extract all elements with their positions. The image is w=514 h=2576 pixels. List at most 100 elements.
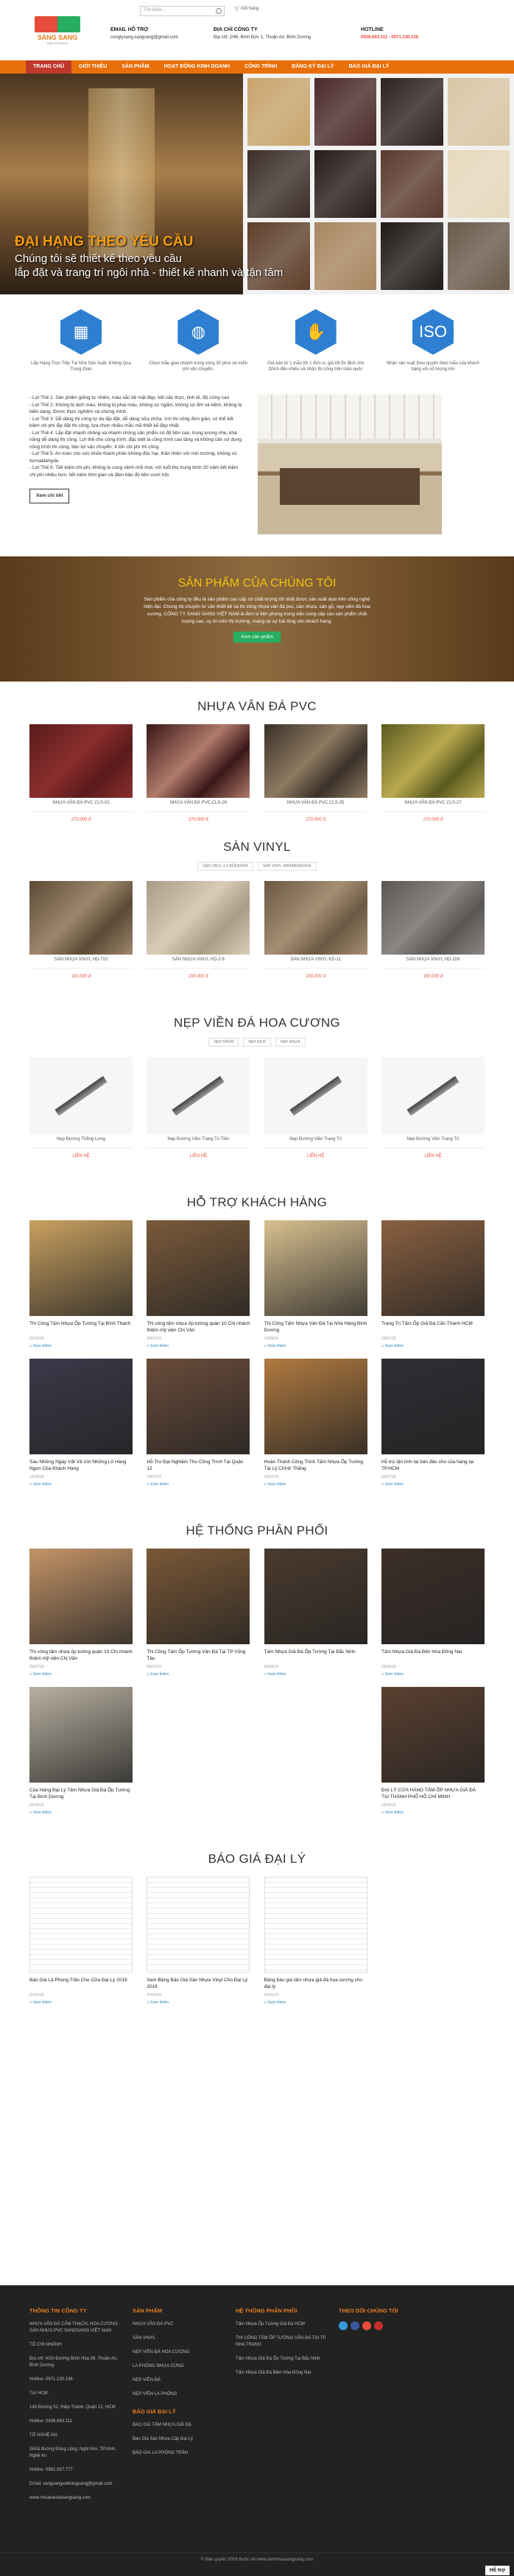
filter-chip[interactable]: NẸP NHÔM — [208, 1038, 239, 1047]
post-image[interactable] — [264, 1877, 367, 1972]
product-name[interactable]: Nẹp Đường Viền Trang Trí Tiền — [147, 1137, 250, 1142]
read-more-link[interactable]: » Xem thêm — [29, 1344, 133, 1348]
product-image[interactable] — [264, 1057, 367, 1134]
post-title[interactable]: Của Hàng Đại Lý Tấm Nhựa Giả Đá Ốp Tường… — [29, 1787, 133, 1800]
post-image[interactable] — [264, 1359, 367, 1454]
product-card[interactable]: SÀN NHỰA VINYL HD-3 6 150.000 đ — [147, 881, 250, 979]
post-image[interactable] — [147, 1359, 250, 1454]
read-more-link[interactable]: » Xem thêm — [381, 1811, 485, 1815]
read-more-link[interactable]: » Xem thêm — [381, 1482, 485, 1487]
post-card[interactable]: Bảng báo giá tấm nhựa giả đá hoa cương c… — [264, 1877, 367, 2005]
post-card[interactable]: Của Hàng Đại Lý Tấm Nhựa Giả Đá Ốp Tường… — [29, 1687, 133, 1815]
facebook-icon[interactable] — [351, 2321, 359, 2330]
post-card[interactable]: Hỗ trợ tận tình tại bán đảo cho của hàng… — [381, 1359, 485, 1487]
footer-link[interactable]: NẸP VIỀN LA PHÔNG — [133, 2391, 224, 2398]
post-title[interactable]: Thi Công Tấm Nhựa Vân Đá Tại Nhà Hàng Bì… — [264, 1320, 367, 1334]
post-card[interactable]: Sau Những Ngày Vất Vả Với Những Lô Hàng … — [29, 1359, 133, 1487]
nav-item[interactable]: SẢN PHẨM — [114, 60, 156, 74]
product-card[interactable]: NHỰA VÂN ĐÁ PVC CLS-26 270.000 đ — [147, 724, 250, 822]
product-card[interactable]: Nẹp Đường Thẳng Lưng LIÊN HỆ — [29, 1057, 133, 1158]
product-image[interactable] — [381, 724, 485, 798]
product-name[interactable]: NHỰA VÂN ĐÁ PVC CLS-25 — [264, 801, 367, 805]
footer-link[interactable]: Tấm Nhựa Giả Đá Biên Hòa Đồng Nai — [236, 2370, 327, 2377]
read-more-link[interactable]: » Xem thêm — [29, 2000, 133, 2005]
footer-link[interactable]: Tấm Nhựa Ốp Tường Giả Đá HCM — [236, 2321, 327, 2328]
chat-support-button[interactable]: Hỗ trợ — [485, 2566, 510, 2575]
nav-item[interactable]: HOẠT ĐỘNG KINH DOANH — [157, 60, 237, 74]
post-title[interactable]: Trang Trí Tấm Ốp Giả Đá Căn Thanh HCM — [381, 1320, 485, 1334]
post-image[interactable] — [29, 1549, 133, 1644]
post-image[interactable] — [147, 1877, 250, 1972]
post-card[interactable]: Thi Công Tấm Ốp Tường Vân Đá Tại TP Vũng… — [147, 1549, 250, 1677]
about-detail-button[interactable]: Xem chi tiết — [29, 489, 70, 503]
footer-link[interactable]: NẸP VIỀN ĐÁ — [133, 2377, 224, 2384]
nav-item[interactable]: TRANG CHỦ — [26, 60, 71, 74]
twitter-icon[interactable] — [339, 2321, 348, 2330]
product-card[interactable]: NHỰA VÂN ĐÁ PVC CLS-27 270.000 đ — [381, 724, 485, 822]
post-image[interactable] — [264, 1549, 367, 1644]
product-name[interactable]: Nẹp Đường Viền Trang Trí — [264, 1137, 367, 1142]
post-image[interactable] — [29, 1687, 133, 1783]
post-card[interactable] — [381, 1877, 485, 2005]
product-name[interactable]: NHỰA VÂN ĐÁ PVC CLS-26 — [147, 801, 250, 805]
site-logo[interactable]: SÀNG SANG SÀN GỖ NHỰA — [28, 7, 87, 45]
footer-link[interactable]: BÁO GIÁ TẤM NHỰA GIẢ ĐÁ — [133, 2422, 224, 2429]
footer-link[interactable]: THI CÔNG TẤM ỐP TƯỜNG VÂN ĐÁ TẠI TP NHA … — [236, 2335, 327, 2349]
post-title[interactable]: Xem Bảng Báo Giá Sàn Nhựa Vinyl Cho Đại … — [147, 1977, 250, 1990]
post-title[interactable]: ĐẠI LÝ CỬA HÀNG TẤM ỐP NHỰA GIẢ ĐÁ TẠI T… — [381, 1787, 485, 1800]
read-more-link[interactable]: » Xem thêm — [147, 1344, 250, 1348]
product-card[interactable]: Nẹp Đường Viền Trang Trí LIÊN HỆ — [264, 1057, 367, 1158]
product-name[interactable]: SÀN NHỰA VINYL HD-702 — [29, 958, 133, 962]
product-image[interactable] — [381, 881, 485, 955]
post-card[interactable]: Thi công tấm nhựa ốp tường quận 10 Chị n… — [29, 1549, 133, 1677]
product-card[interactable]: SÀN NHỰA VINYL HD-209 150.000 đ — [381, 881, 485, 979]
post-card[interactable]: Tấm Nhựa Giả Đá Ốp Tường Tại Bắc Ninh 05/… — [264, 1549, 367, 1677]
search-input[interactable]: Tìm kiếm... — [140, 6, 225, 16]
footer-link[interactable]: Tấm Nhựa Giả Đá Ốp Tường Tại Bắc Ninh — [236, 2356, 327, 2363]
nav-item[interactable]: ĐĂNG KÝ ĐẠI LÝ — [284, 60, 341, 74]
post-image[interactable] — [29, 1359, 133, 1454]
read-more-link[interactable]: » Xem thêm — [264, 1482, 367, 1487]
product-image[interactable] — [147, 881, 250, 955]
product-name[interactable]: SÀN NHỰA VINYL HD-3 6 — [147, 958, 250, 962]
product-name[interactable]: NHỰA VÂN ĐÁ PVC CLS-27 — [381, 801, 485, 805]
post-image[interactable] — [381, 1877, 485, 1972]
search-icon[interactable] — [216, 8, 222, 14]
post-image[interactable] — [29, 1220, 133, 1316]
read-more-link[interactable]: » Xem thêm — [381, 1672, 485, 1677]
post-card[interactable]: ĐẠI LÝ CỬA HÀNG TẤM ỐP NHỰA GIẢ ĐÁ TẠI T… — [381, 1687, 485, 1815]
filter-chip[interactable]: NẸP NHỰA — [275, 1038, 306, 1047]
post-title[interactable]: Thi Công Tấm Nhựa Ốp Tường Tại Bình Thạn… — [29, 1320, 133, 1334]
post-title[interactable]: Bảng báo giá tấm nhựa giả đá hoa cương c… — [264, 1977, 367, 1990]
product-card[interactable]: NHỰA VÂN ĐÁ PVC CLS-25 270.000 đ — [264, 724, 367, 822]
nav-item[interactable]: GIỚI THIỆU — [71, 60, 114, 74]
post-image[interactable] — [29, 1877, 133, 1972]
filter-chip[interactable]: SÀN VINYL 3.5 BỀN/KHÓA — [197, 862, 253, 871]
footer-link[interactable]: LA PHÔNG NHỰA CỨNG — [133, 2363, 224, 2370]
read-more-link[interactable]: » Xem thêm — [147, 1672, 250, 1677]
read-more-link[interactable]: » Xem thêm — [264, 2000, 367, 2005]
post-image[interactable] — [381, 1549, 485, 1644]
footer-link[interactable]: NẸP VIỀN ĐÁ HOA CƯƠNG — [133, 2349, 224, 2356]
post-image[interactable] — [381, 1687, 485, 1783]
read-more-link[interactable]: » Xem thêm — [264, 1672, 367, 1677]
filter-chip[interactable]: NẸP INOX — [243, 1038, 272, 1047]
product-card[interactable]: Nẹp Đường Viền Trang Trí Tiền LIÊN HỆ — [147, 1057, 250, 1158]
post-card[interactable]: Trang Trí Tấm Ốp Giả Đá Căn Thanh HCM 16/… — [381, 1220, 485, 1348]
post-title[interactable]: Thi Công Tấm Ốp Tường Vân Đá Tại TP Vũng… — [147, 1649, 250, 1662]
product-name[interactable]: SÀN NHỰA VINYL KD-11 — [264, 958, 367, 962]
post-card[interactable]: Thi công tấm nhựa ốp tường quận 10 Chị n… — [147, 1220, 250, 1348]
product-name[interactable]: Nẹp Đường Thẳng Lưng — [29, 1137, 133, 1142]
product-card[interactable]: SÀN NHỰA VINYL KD-11 150.000 đ — [264, 881, 367, 979]
google-plus-icon[interactable] — [362, 2321, 371, 2330]
post-image[interactable] — [147, 1220, 250, 1316]
product-image[interactable] — [29, 881, 133, 955]
youtube-icon[interactable] — [374, 2321, 383, 2330]
product-image[interactable] — [264, 881, 367, 955]
post-title[interactable]: Hỗ trợ tận tình tại bán đảo cho của hàng… — [381, 1459, 485, 1472]
post-title[interactable]: Hoàn Thành Công Trình Tấm Nhựa Ốp Tường … — [264, 1459, 367, 1472]
read-more-link[interactable]: » Xem thêm — [147, 1482, 250, 1487]
product-card[interactable]: SÀN NHỰA VINYL HD-702 150.000 đ — [29, 881, 133, 979]
product-image[interactable] — [264, 724, 367, 798]
cart-link[interactable]: 🛒 Giỏ hàng — [234, 6, 259, 11]
